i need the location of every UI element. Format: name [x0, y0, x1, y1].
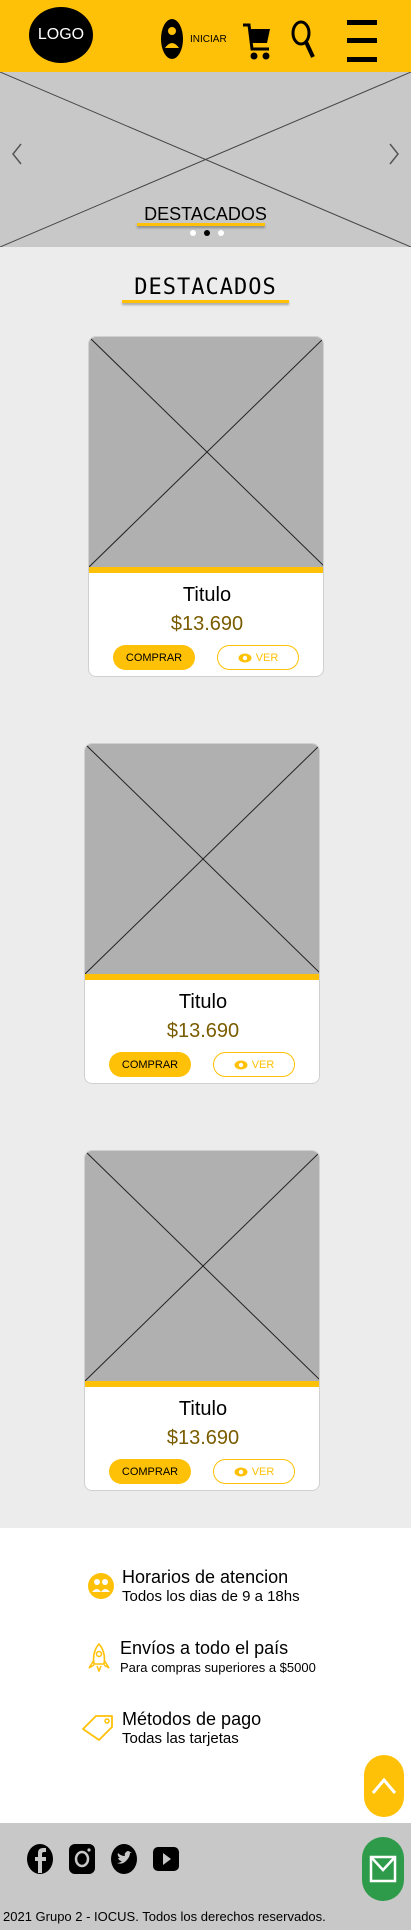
section-title: DESTACADOS [134, 275, 277, 300]
info-item-shipping: Envíos a todo el país Para compras super… [84, 1637, 316, 1677]
view-label: VER [251, 1058, 275, 1071]
scroll-top-button[interactable] [364, 1755, 404, 1817]
product-title: Titulo [182, 584, 232, 606]
product-title: Titulo [178, 1398, 228, 1420]
product-image-placeholder[interactable] [85, 744, 319, 974]
hero-carousel: DESTACADOS [0, 72, 411, 247]
twitter-icon[interactable] [110, 1843, 138, 1875]
product-card: Titulo $13.690 COMPRAR VER [84, 743, 320, 1084]
youtube-icon[interactable] [152, 1843, 180, 1875]
info-title: Horarios de atencion [122, 1567, 289, 1587]
header: LOGO INICIAR [0, 0, 411, 72]
product-card: Titulo $13.690 COMPRAR VER [84, 1150, 320, 1491]
info-subtitle: Todas las tarjetas [122, 1730, 239, 1747]
logo[interactable]: LOGO [29, 7, 93, 63]
view-button[interactable]: VER [213, 1052, 295, 1077]
user-icon [161, 19, 183, 59]
social-links [26, 1843, 180, 1875]
buy-button[interactable]: COMPRAR [109, 1052, 191, 1077]
view-button[interactable]: VER [213, 1459, 295, 1484]
info-subtitle: Para compras superiores a $5000 [120, 1660, 316, 1675]
info-section: Horarios de atencion Todos los dias de 9… [0, 1528, 411, 1823]
card-accent-bar [85, 1381, 319, 1387]
carousel-dot[interactable] [190, 230, 196, 236]
product-image-placeholder[interactable] [85, 1151, 319, 1381]
section-title-underline [122, 300, 289, 303]
eye-icon [234, 1467, 248, 1476]
product-price: $13.690 [166, 1020, 240, 1042]
tag-icon [82, 1715, 113, 1741]
search-icon[interactable] [291, 20, 315, 60]
eye-icon [234, 1060, 248, 1069]
view-label: VER [251, 1465, 275, 1478]
view-button[interactable]: VER [217, 645, 299, 670]
product-price: $13.690 [166, 1427, 240, 1449]
view-label: VER [255, 651, 279, 664]
product-image-placeholder[interactable] [89, 337, 323, 567]
carousel-indicators [190, 230, 224, 236]
facebook-icon[interactable] [26, 1843, 54, 1875]
eye-icon [238, 653, 252, 662]
product-title: Titulo [178, 991, 228, 1013]
clock-people-icon [88, 1573, 114, 1599]
info-title: Métodos de pago [122, 1709, 262, 1729]
instagram-icon[interactable] [68, 1843, 96, 1875]
menu-icon[interactable] [347, 20, 377, 62]
cart-icon[interactable] [243, 19, 271, 63]
product-card: Titulo $13.690 COMPRAR VER [88, 336, 324, 677]
footer: 2021 Grupo 2 - IOCUS. Todos los derechos… [0, 1823, 411, 1930]
rocket-icon [88, 1642, 110, 1672]
chevron-left-icon[interactable] [11, 142, 23, 166]
carousel-dot[interactable] [218, 230, 224, 236]
mail-icon [369, 1855, 397, 1883]
chevron-right-icon[interactable] [388, 142, 400, 166]
info-item-payment: Métodos de pago Todas las tarjetas [80, 1708, 261, 1748]
info-title: Envíos a todo el país [120, 1638, 289, 1658]
info-subtitle: Todos los dias de 9 a 18hs [122, 1588, 300, 1605]
contact-button[interactable] [362, 1837, 404, 1901]
login-label: INICIAR [190, 33, 227, 45]
login-button[interactable]: INICIAR [160, 18, 227, 60]
buy-button[interactable]: COMPRAR [113, 645, 195, 670]
info-item-hours: Horarios de atencion Todos los dias de 9… [86, 1566, 300, 1606]
hero-title-underline [137, 223, 265, 226]
copyright-text: 2021 Grupo 2 - IOCUS. Todos los derechos… [3, 1909, 326, 1924]
buy-button[interactable]: COMPRAR [109, 1459, 191, 1484]
hero-title: DESTACADOS [144, 204, 267, 224]
product-price: $13.690 [170, 613, 244, 635]
card-accent-bar [85, 974, 319, 980]
chevron-up-icon [371, 1777, 397, 1794]
carousel-dot-active[interactable] [204, 230, 210, 236]
card-accent-bar [89, 567, 323, 573]
